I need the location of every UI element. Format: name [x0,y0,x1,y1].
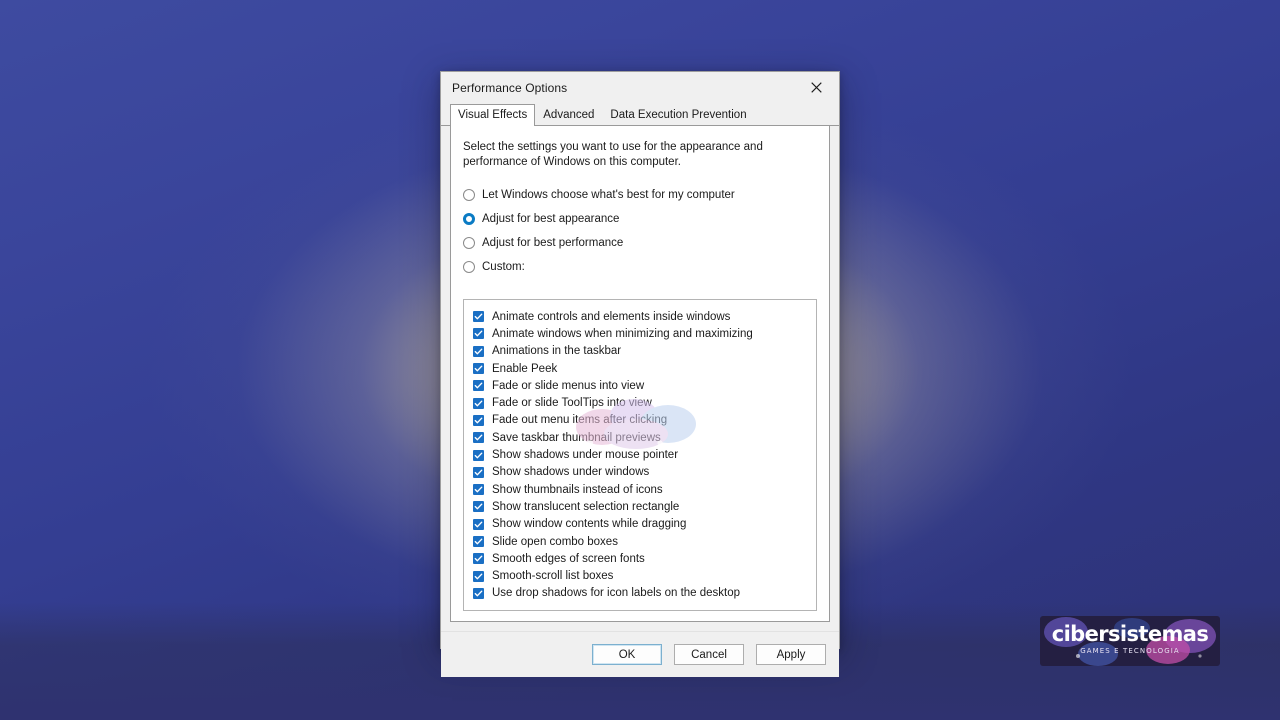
effect-label: Fade or slide menus into view [492,379,645,392]
tabstrip: Visual Effects Advanced Data Execution P… [441,104,839,127]
effect-label: Show translucent selection rectangle [492,500,680,513]
effect-row[interactable]: Show window contents while dragging [473,516,816,533]
checkbox-checked-icon [473,536,484,547]
checkbox-checked-icon [473,570,484,582]
checkbox-checked-icon [473,484,484,496]
effect-row[interactable]: Animate windows when minimizing and maxi… [473,325,816,342]
checkbox-checked-icon [473,466,484,478]
effect-label: Animations in the taskbar [492,345,622,358]
effect-row[interactable]: Smooth-scroll list boxes [473,567,816,584]
tab-visual-effects-label: Visual Effects [458,109,528,121]
radio-adjust-best-performance[interactable]: Adjust for best performance [463,236,817,250]
checkbox-checked-icon [473,518,484,530]
effect-row[interactable]: Fade or slide ToolTips into view [473,394,816,411]
radio-icon-checked [463,213,475,225]
effect-label: Use drop shadows for icon labels on the … [492,587,741,600]
effect-label: Animate controls and elements inside win… [492,310,731,323]
checkbox-checked-icon [473,311,484,323]
effect-label: Show shadows under mouse pointer [492,449,679,462]
effect-row[interactable]: Slide open combo boxes [473,533,816,550]
checkbox-checked-icon [473,345,484,357]
checkbox-checked-icon [473,328,484,340]
checkbox-checked-icon [473,380,484,392]
cancel-button[interactable]: Cancel [674,644,744,666]
checkbox-checked-icon [473,553,484,565]
tab-data-execution-prevention[interactable]: Data Execution Prevention [602,104,754,126]
channel-logo-watermark: cibersistemas GAMES E TECNOLOGIA [1040,616,1220,666]
checkbox-checked-icon [473,501,484,513]
pane-description: Select the settings you want to use for … [463,141,763,168]
effect-label: Slide open combo boxes [492,535,618,548]
radio-icon-unchecked [463,261,475,273]
visual-effects-listbox[interactable]: Animate controls and elements inside win… [463,299,817,612]
effect-label: Smooth edges of screen fonts [492,552,645,565]
radio-let-windows-choose[interactable]: Let Windows choose what's best for my co… [463,188,817,202]
desktop-wallpaper: Performance Options Visual Effects Advan… [0,0,1280,720]
dialog-title: Performance Options [452,81,568,95]
effect-row[interactable]: Enable Peek [473,360,816,377]
effect-label: Fade or slide ToolTips into view [492,397,652,410]
effect-row[interactable]: Show thumbnails instead of icons [473,481,816,498]
radio-adjust-best-appearance[interactable]: Adjust for best appearance [463,212,817,226]
visual-effects-pane: Select the settings you want to use for … [450,126,830,623]
effect-row[interactable]: Smooth edges of screen fonts [473,550,816,567]
radio-custom[interactable]: Custom: [463,260,817,274]
radio-adjust-best-performance-label: Adjust for best performance [482,237,624,249]
logo-blob-icon [1040,616,1220,666]
effect-row[interactable]: Fade out menu items after clicking [473,412,816,429]
effect-row[interactable]: Save taskbar thumbnail previews [473,429,816,446]
radio-icon-unchecked [463,237,475,249]
checkbox-checked-icon [473,363,484,375]
tab-advanced-label: Advanced [543,109,595,121]
dialog-titlebar: Performance Options [441,72,839,104]
checkbox-checked-icon [473,432,484,444]
apply-button[interactable]: Apply [756,644,826,666]
close-icon[interactable] [794,72,839,102]
radio-icon-unchecked [463,189,475,201]
performance-options-dialog: Performance Options Visual Effects Advan… [440,71,840,678]
effect-row[interactable]: Animate controls and elements inside win… [473,308,816,325]
effect-row[interactable]: Fade or slide menus into view [473,377,816,394]
dialog-footer: OK Cancel Apply [441,631,839,678]
apply-button-label: Apply [776,648,806,661]
checkbox-checked-icon [473,587,484,599]
ok-button[interactable]: OK [592,644,662,666]
effect-label: Show window contents while dragging [492,518,687,531]
effect-row[interactable]: Use drop shadows for icon labels on the … [473,585,816,602]
tab-advanced[interactable]: Advanced [535,104,602,126]
ok-button-label: OK [618,648,636,661]
effect-row[interactable]: Show translucent selection rectangle [473,498,816,515]
radio-adjust-best-appearance-label: Adjust for best appearance [482,213,620,225]
logo-name: cibersistemas [1051,622,1209,646]
checkbox-checked-icon [473,414,484,426]
checkbox-checked-icon [473,397,484,409]
radio-let-windows-choose-label: Let Windows choose what's best for my co… [482,189,735,201]
effect-label: Fade out menu items after clicking [492,414,668,427]
effect-label: Save taskbar thumbnail previews [492,431,661,444]
tab-visual-effects[interactable]: Visual Effects [450,104,536,127]
effect-row[interactable]: Show shadows under windows [473,464,816,481]
effect-label: Animate windows when minimizing and maxi… [492,327,753,340]
effect-label: Enable Peek [492,362,558,375]
effect-label: Show shadows under windows [492,466,650,479]
checkbox-checked-icon [473,449,484,461]
effect-label: Smooth-scroll list boxes [492,570,614,583]
effect-row[interactable]: Animations in the taskbar [473,343,816,360]
radio-custom-label: Custom: [482,261,525,273]
cancel-button-label: Cancel [691,648,727,661]
logo-tagline: GAMES E TECNOLOGIA [1080,647,1180,655]
effect-label: Show thumbnails instead of icons [492,483,663,496]
effect-row[interactable]: Show shadows under mouse pointer [473,446,816,463]
tab-dep-label: Data Execution Prevention [610,109,747,121]
